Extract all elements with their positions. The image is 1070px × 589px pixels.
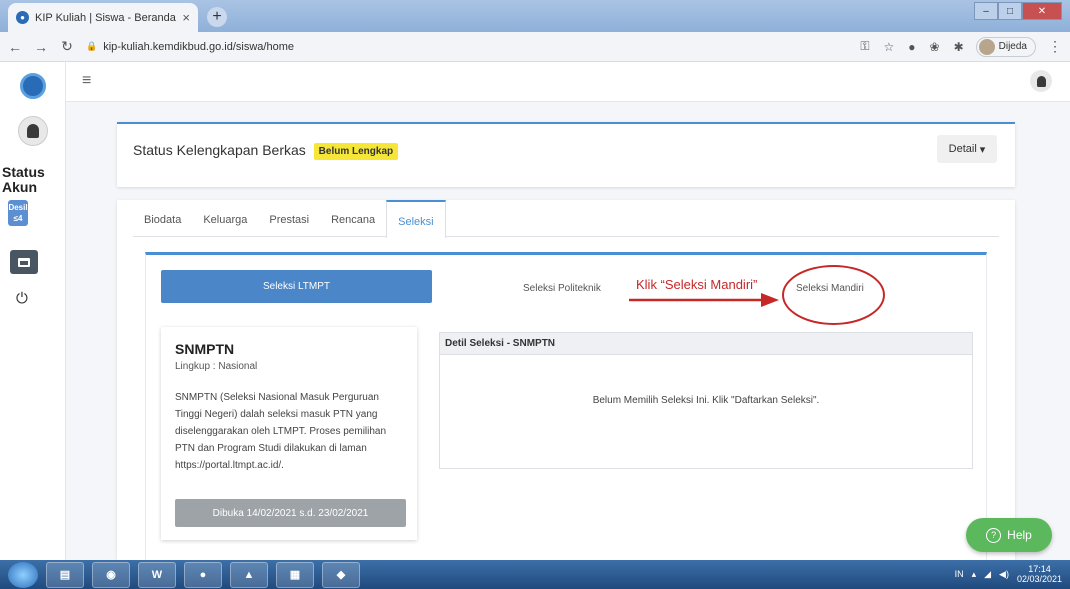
help-button[interactable]: ? Help xyxy=(966,518,1052,552)
word-icon[interactable]: W xyxy=(138,561,176,588)
profile-tabs: Biodata Keluarga Prestasi Rencana Seleks… xyxy=(133,200,999,238)
snmptn-card: SNMPTN Lingkup : Nasional SNMPTN (Seleks… xyxy=(161,327,417,540)
network-icon[interactable]: ◢ xyxy=(984,569,991,580)
language-indicator[interactable]: IN xyxy=(955,569,964,579)
detil-header: Detil Seleksi - SNMPTN xyxy=(440,333,972,355)
status-badge: Belum Lengkap xyxy=(313,143,399,160)
tab-title: KIP Kuliah | Siswa - Beranda xyxy=(35,11,176,24)
snmptn-title: SNMPTN xyxy=(175,341,235,357)
detil-message: Belum Memilih Seleksi Ini. Klik "Daftark… xyxy=(592,395,820,406)
caret-down-icon: ▾ xyxy=(979,143,986,156)
status-akun-label: Status Akun xyxy=(2,164,45,195)
app-topbar: ≡ xyxy=(66,62,1070,102)
volume-icon[interactable]: ◀) xyxy=(999,569,1009,580)
maximize-icon[interactable]: □ xyxy=(998,2,1022,20)
app-icon[interactable]: ◆ xyxy=(322,561,360,588)
tab-biodata[interactable]: Biodata xyxy=(133,200,192,237)
url-text: kip-kuliah.kemdikbud.go.id/siswa/home xyxy=(103,40,294,53)
media-player-icon[interactable]: ● xyxy=(184,561,222,588)
kemdikbud-logo[interactable] xyxy=(20,73,46,99)
profile-button[interactable]: Dijeda xyxy=(975,36,1036,57)
window-controls: – □ ✕ xyxy=(974,2,1062,20)
app-sidebar: Status Akun Desil ≤4 ⏻ xyxy=(0,62,66,560)
forward-icon[interactable]: → xyxy=(34,39,48,55)
site-favicon-icon: ● xyxy=(16,11,29,24)
snmptn-scope: Lingkup : Nasional xyxy=(175,361,258,372)
power-icon[interactable]: ⏻ xyxy=(16,290,28,307)
help-question-icon: ? xyxy=(986,527,1002,543)
snmptn-date-button[interactable]: Dibuka 14/02/2021 s.d. 23/02/2021 xyxy=(175,499,406,527)
browser-tab-bar: ● KIP Kuliah | Siswa - Beranda × + – □ ✕ xyxy=(0,0,1070,32)
explorer-icon[interactable]: ▤ xyxy=(46,561,84,588)
system-tray: IN ▴ ◢ ◀) 17:14 02/03/2021 xyxy=(955,564,1062,584)
tab-seleksi[interactable]: Seleksi xyxy=(386,200,446,238)
seleksi-mandiri-link[interactable]: Seleksi Mandiri xyxy=(796,283,864,294)
start-button-icon[interactable] xyxy=(8,561,38,588)
status-kelengkapan-card: Status Kelengkapan Berkas Belum Lengkap … xyxy=(117,122,1015,187)
window-close-icon[interactable]: ✕ xyxy=(1022,2,1062,20)
clock[interactable]: 17:14 02/03/2021 xyxy=(1017,564,1062,584)
detail-button-label: Detail xyxy=(948,143,977,155)
url-field[interactable]: 🔒 kip-kuliah.kemdikbud.go.id/siswa/home xyxy=(86,41,848,53)
desil-badge: Desil ≤4 xyxy=(8,200,28,226)
annotation-circle xyxy=(782,265,885,325)
profile-avatar xyxy=(978,38,995,55)
chrome-icon[interactable]: ◉ xyxy=(92,561,130,588)
extension-dot-icon[interactable]: ● xyxy=(908,40,915,54)
status-title-text: Status Kelengkapan Berkas xyxy=(133,142,306,158)
clock-date: 02/03/2021 xyxy=(1016,574,1062,584)
windows-taskbar: ▤ ◉ W ● ▲ ▦ ◆ IN ▴ ◢ ◀) 17:14 02/03/2021 xyxy=(0,560,1070,589)
browser-tab[interactable]: ● KIP Kuliah | Siswa - Beranda × xyxy=(8,3,198,32)
top-user-avatar[interactable] xyxy=(1030,70,1052,92)
seleksi-ltmpt-button[interactable]: Seleksi LTMPT xyxy=(161,270,432,303)
user-avatar xyxy=(18,116,48,146)
pdf-reader-icon[interactable]: ▲ xyxy=(230,561,268,588)
annotation-arrow xyxy=(629,293,779,307)
key-icon[interactable]: ⚿ xyxy=(860,39,869,54)
puzzle-icon[interactable]: ✱ xyxy=(954,40,964,54)
help-label: Help xyxy=(1007,528,1032,542)
snmptn-description: SNMPTN (Seleksi Nasional Masuk Perguruan… xyxy=(175,392,387,471)
profile-name: Dijeda xyxy=(998,41,1027,52)
reload-icon[interactable]: ↻ xyxy=(60,38,74,55)
desil-label: Desil xyxy=(8,203,28,212)
desil-value: ≤4 xyxy=(13,214,23,223)
annotation-text: Klik “Seleksi Mandiri” xyxy=(636,277,758,292)
excel-icon[interactable]: ▦ xyxy=(276,561,314,588)
detil-seleksi-panel: Detil Seleksi - SNMPTN Belum Memilih Sel… xyxy=(439,332,973,469)
hamburger-menu-icon[interactable]: ≡ xyxy=(82,72,91,90)
tray-arrow-icon[interactable]: ▴ xyxy=(972,569,977,580)
minimize-icon[interactable]: – xyxy=(974,2,998,20)
card-menu-button[interactable] xyxy=(10,250,38,274)
browser-extensions: ⚿ ☆ ● ❀ ✱ xyxy=(860,39,963,54)
seleksi-politeknik-link[interactable]: Seleksi Politeknik xyxy=(523,283,601,294)
new-tab-button[interactable]: + xyxy=(207,7,227,27)
detail-dropdown-button[interactable]: Detail ▾ xyxy=(937,135,997,163)
more-menu-icon[interactable]: ⋮ xyxy=(1048,38,1062,55)
lock-icon: 🔒 xyxy=(86,41,98,51)
star-icon[interactable]: ☆ xyxy=(884,40,895,54)
window-icon xyxy=(18,257,30,267)
back-icon[interactable]: ← xyxy=(8,39,22,55)
tab-rencana[interactable]: Rencana xyxy=(320,200,386,237)
clock-time: 17:14 xyxy=(1028,564,1051,574)
status-title: Status Kelengkapan Berkas Belum Lengkap xyxy=(133,142,399,160)
seleksi-panel: Seleksi LTMPT Seleksi Politeknik Klik “S… xyxy=(145,252,987,560)
main-card: Biodata Keluarga Prestasi Rencana Seleks… xyxy=(117,200,1015,560)
tab-keluarga[interactable]: Keluarga xyxy=(192,200,258,237)
address-bar: ← → ↻ 🔒 kip-kuliah.kemdikbud.go.id/siswa… xyxy=(0,32,1070,62)
tab-prestasi[interactable]: Prestasi xyxy=(258,200,320,237)
extension-leaf-icon[interactable]: ❀ xyxy=(930,40,940,54)
tab-close-icon[interactable]: × xyxy=(182,10,190,25)
